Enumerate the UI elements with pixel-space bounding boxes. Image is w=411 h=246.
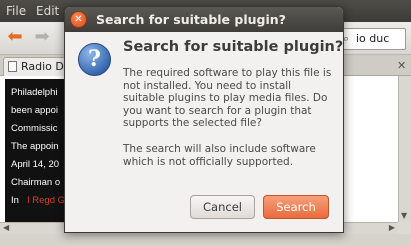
vertical-scrollbar[interactable]: ▼	[398, 76, 411, 222]
article-line: Chairman o	[11, 177, 61, 188]
page-icon	[8, 61, 17, 72]
search-icon: ⌕	[343, 32, 350, 45]
forward-arrow-icon: ➡	[34, 26, 50, 47]
search-input[interactable]: ⌕ io duc	[340, 28, 406, 50]
article-link[interactable]: I Regd G	[27, 195, 65, 206]
plugin-search-dialog: ✕ Search for suitable plugin? ? Search f…	[64, 6, 344, 233]
question-icon: ?	[78, 43, 111, 76]
message-line: suitable plugins to play media files. Do	[123, 92, 328, 105]
article-line: The appoin	[11, 141, 59, 152]
cancel-button[interactable]: Cancel	[190, 195, 255, 219]
article-line: Philadelphi	[11, 87, 58, 98]
close-tab-icon[interactable]: ✕	[397, 59, 406, 72]
status-bar	[0, 234, 411, 246]
dialog-message: The required software to play this file …	[123, 67, 338, 168]
back-button[interactable]: ⬅	[3, 27, 27, 49]
article-line: In	[11, 195, 19, 206]
scroll-down-icon[interactable]: ▼	[401, 211, 407, 220]
message-line: The search will also include software	[123, 142, 316, 155]
scroll-left-icon[interactable]: ◀	[3, 223, 9, 232]
close-icon: ✕	[74, 14, 83, 25]
menu-edit[interactable]: Edit	[36, 4, 59, 18]
menu-file[interactable]: File	[6, 4, 26, 18]
search-button[interactable]: Search	[263, 195, 329, 219]
close-button[interactable]: ✕	[70, 11, 87, 28]
search-input-value: io duc	[356, 32, 390, 45]
message-line: supports the selected file?	[123, 117, 262, 130]
dialog-heading: Search for suitable plugin?	[123, 39, 344, 55]
forward-button[interactable]: ➡	[30, 27, 54, 49]
message-line: you want to search for a plugin that	[123, 104, 312, 117]
article-line: been appoi	[11, 105, 59, 116]
article-line: April 14, 20	[11, 159, 60, 170]
message-line: The required software to play this file …	[123, 67, 332, 79]
article-line: Commissic	[11, 123, 58, 134]
back-arrow-icon: ⬅	[7, 26, 23, 47]
scroll-right-icon[interactable]: ▶	[389, 223, 395, 232]
message-line: not installed. You need to install	[123, 79, 292, 92]
message-line: which is not officially supported.	[123, 155, 294, 168]
dialog-titlebar: ✕ Search for suitable plugin?	[65, 7, 343, 32]
dialog-title: Search for suitable plugin?	[96, 12, 286, 27]
